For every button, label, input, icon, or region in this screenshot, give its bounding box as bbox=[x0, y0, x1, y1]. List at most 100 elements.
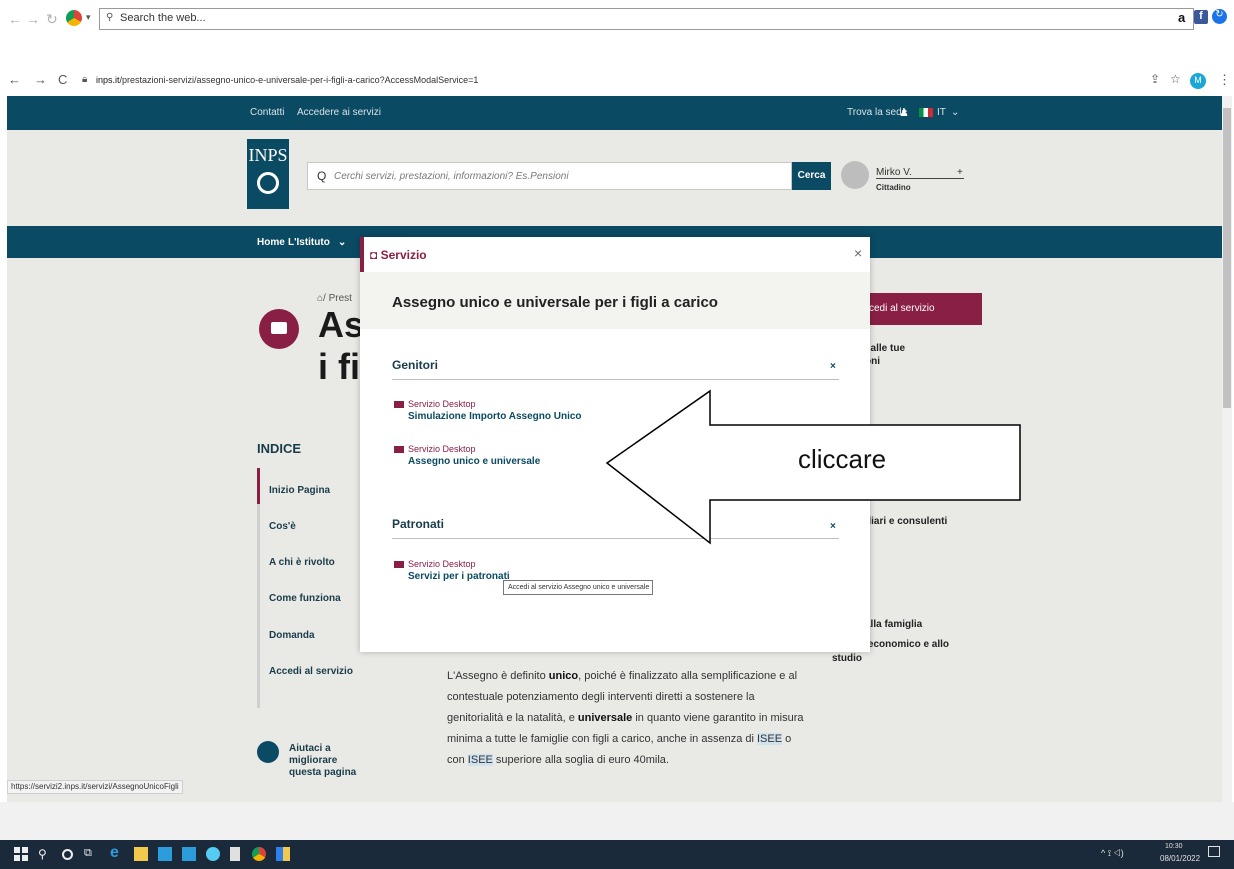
search-icon[interactable]: ⚲ bbox=[38, 847, 52, 861]
close-icon[interactable]: × bbox=[854, 245, 862, 261]
url-domain: inps.it bbox=[96, 75, 120, 85]
extension-icon[interactable]: ↻ bbox=[1212, 9, 1227, 24]
right-link-3[interactable]: alla famiglia bbox=[865, 619, 922, 630]
service-type: Servizio Desktop bbox=[408, 444, 476, 454]
service-link-assegno-unico[interactable]: Assegno unico e universale bbox=[408, 456, 540, 467]
tooltip: Accedi al servizio Assegno unico e unive… bbox=[503, 580, 653, 595]
site-search-input[interactable]: Q Cerchi servizi, prestazioni, informazi… bbox=[307, 162, 792, 190]
laptop-icon bbox=[394, 446, 404, 453]
isee-link[interactable]: ISEE bbox=[757, 733, 783, 745]
user-avatar[interactable] bbox=[841, 161, 869, 189]
feedback-link[interactable]: Aiutaci a migliorare questa pagina bbox=[289, 743, 369, 779]
index-rail bbox=[257, 468, 260, 708]
accedere-servizi-link[interactable]: Accedere ai servizi bbox=[297, 107, 381, 118]
web-search-input[interactable]: ⚲ Search the web... bbox=[99, 8, 1194, 30]
service-link-simulazione[interactable]: Simulazione Importo Assegno Unico bbox=[408, 411, 582, 422]
share-icon[interactable]: ⇪ bbox=[1150, 72, 1160, 86]
index-item[interactable]: Domanda bbox=[269, 630, 315, 641]
cerca-button[interactable]: Cerca bbox=[792, 162, 831, 190]
index-rail-active bbox=[257, 468, 260, 504]
notification-icon[interactable] bbox=[1208, 846, 1220, 857]
reload-icon[interactable]: C bbox=[58, 72, 67, 87]
mail-icon[interactable] bbox=[182, 847, 196, 861]
service-type: Servizio Desktop bbox=[408, 399, 476, 409]
chrome-toolbar: ← → C 🔒︎ inps.it/prestazioni-servizi/ass… bbox=[0, 68, 1234, 94]
inbox-icon: ◘ bbox=[370, 248, 381, 262]
breadcrumb-text[interactable]: / Prest bbox=[323, 293, 352, 304]
body-paragraph: L'Assegno è definito unico, poiché è fin… bbox=[447, 670, 804, 766]
reload-icon[interactable]: ↻ bbox=[46, 11, 58, 28]
annotation-label: cliccare bbox=[798, 444, 887, 474]
back-icon[interactable]: ← bbox=[8, 11, 22, 27]
modal-title: Assegno unico e universale per i figli a… bbox=[392, 294, 718, 311]
dropdown-caret-icon[interactable]: ▾ bbox=[86, 12, 91, 23]
section-patronati[interactable]: Patronati bbox=[392, 517, 444, 531]
site-top-bar: Contatti Accedere ai servizi Trova la se… bbox=[7, 96, 1222, 130]
profile-avatar[interactable]: M bbox=[1190, 73, 1206, 89]
task-view-icon[interactable]: ⧉ bbox=[84, 847, 98, 861]
outer-menu-icon[interactable]: ⋮ bbox=[1229, 10, 1234, 24]
forward-icon[interactable]: → bbox=[34, 72, 47, 87]
right-link-5[interactable]: studio bbox=[832, 653, 862, 664]
app-taskbar-icon[interactable] bbox=[276, 847, 290, 861]
back-icon[interactable]: ← bbox=[8, 72, 21, 87]
start-icon[interactable] bbox=[14, 847, 28, 861]
user-name[interactable]: Mirko V. bbox=[876, 167, 912, 178]
site-search-placeholder: Cerchi servizi, prestazioni, informazion… bbox=[334, 171, 569, 182]
amazon-icon[interactable]: a bbox=[1178, 10, 1185, 25]
inps-logo[interactable]: INPS bbox=[247, 139, 289, 209]
store-icon[interactable] bbox=[158, 847, 172, 861]
forward-icon[interactable]: → bbox=[26, 11, 40, 27]
facebook-icon[interactable]: f bbox=[1194, 10, 1208, 24]
user-expand-icon[interactable]: + bbox=[957, 167, 963, 178]
chevron-down-icon: ⌄ bbox=[338, 237, 347, 248]
index-item[interactable]: Cos'è bbox=[269, 521, 296, 532]
calculator-icon[interactable] bbox=[230, 847, 240, 861]
divider bbox=[392, 379, 839, 380]
modal-accent-stripe bbox=[360, 237, 364, 272]
address-bar[interactable]: inps.it/prestazioni-servizi/assegno-unic… bbox=[96, 75, 478, 85]
nav-istituto[interactable]: L'Istituto bbox=[288, 237, 330, 248]
chrome-taskbar-icon[interactable] bbox=[252, 847, 266, 861]
app-icon[interactable] bbox=[206, 847, 220, 861]
italy-flag-icon bbox=[919, 108, 933, 117]
page-scrollbar[interactable] bbox=[1222, 96, 1232, 802]
collapse-icon[interactable]: × bbox=[830, 361, 836, 372]
status-bar-url: https://servizi2.inps.it/servizi/Assegno… bbox=[7, 780, 183, 794]
section-genitori[interactable]: Genitori bbox=[392, 358, 438, 372]
access-service-button[interactable]: ccedi al servizio bbox=[852, 293, 982, 325]
search-icon: ⚲ bbox=[106, 12, 114, 23]
blank-band bbox=[0, 802, 1234, 840]
right-text-1: i alle tue bbox=[865, 343, 906, 354]
language-selector[interactable]: IT bbox=[937, 107, 946, 118]
web-search-placeholder: Search the web... bbox=[120, 12, 206, 24]
index-item[interactable]: Accedi al servizio bbox=[269, 666, 353, 677]
cortana-icon[interactable] bbox=[62, 849, 73, 860]
index-item[interactable]: A chi è rivolto bbox=[269, 557, 335, 568]
outer-browser-bar: ← → ↻ ▾ ⚲ Search the web... a f ↻ ⋮ bbox=[0, 0, 1234, 40]
scroll-thumb[interactable] bbox=[1223, 108, 1231, 408]
chrome-menu-icon[interactable]: ⋮ bbox=[1218, 72, 1231, 88]
breadcrumb: ⌂/ Prest bbox=[317, 293, 352, 304]
laptop-icon bbox=[394, 561, 404, 568]
nav-home[interactable]: Home bbox=[257, 237, 285, 248]
bookmark-star-icon[interactable]: ☆ bbox=[1170, 72, 1181, 86]
clock-date[interactable]: 08/01/2022 bbox=[1160, 854, 1200, 863]
contatti-link[interactable]: Contatti bbox=[250, 107, 284, 118]
index-item[interactable]: Inizio Pagina bbox=[269, 485, 330, 496]
file-explorer-icon[interactable] bbox=[134, 847, 148, 861]
modal-header-text: Servizio bbox=[380, 248, 427, 262]
edge-icon[interactable]: e bbox=[110, 844, 124, 861]
modal-header: ◘ Servizio bbox=[370, 248, 427, 262]
index-item[interactable]: Come funziona bbox=[269, 593, 341, 604]
service-link-patronati[interactable]: Servizi per i patronati bbox=[408, 571, 510, 582]
feedback-icon[interactable] bbox=[257, 741, 279, 763]
clock-time[interactable]: 10:30 bbox=[1165, 843, 1183, 850]
chevron-down-icon: ⌄ bbox=[951, 107, 960, 118]
system-tray[interactable]: ^ ⟟ ◁) bbox=[1101, 848, 1124, 859]
isee-link[interactable]: ISEE bbox=[467, 754, 493, 766]
right-link-4[interactable]: o economico e allo bbox=[859, 639, 949, 650]
chrome-logo-icon[interactable] bbox=[66, 10, 82, 26]
laptop-icon bbox=[394, 401, 404, 408]
index-title: INDICE bbox=[257, 441, 302, 456]
